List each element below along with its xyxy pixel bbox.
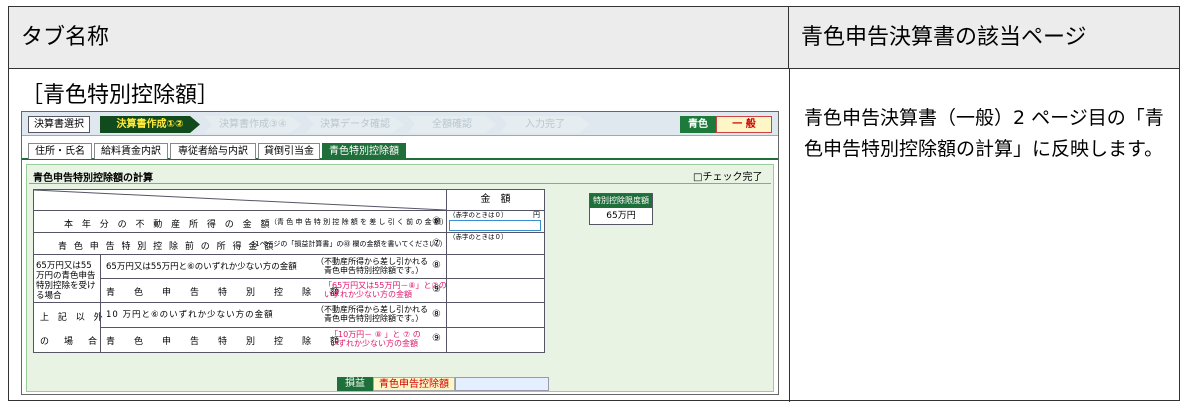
row10-number: ⑧: [432, 309, 441, 320]
table-row: 本 年 分 の 不 動 産 所 得 の 金 額 （青 色 申 告 特 別 控 除…: [34, 210, 544, 232]
group2-label1: 上 記 以 外: [40, 313, 106, 323]
group2: 上 記 以 外 の 場 合 10 万円と⑥のいずれか少ない方の金額 （不動産所得…: [34, 302, 544, 353]
step-toolbar: 決算書選択 決算書作成①② 決算書作成③④ 決算データ確認 全額確認 入力完了 …: [22, 112, 778, 136]
step-data-check[interactable]: 決算データ確認: [306, 116, 404, 133]
group1: 65万円又は55万円の青色申告特別控除を受ける場合 65万円又は55万円と⑥のい…: [34, 254, 544, 303]
tab-employee-salary[interactable]: 専従者給与内訳: [170, 143, 256, 159]
row6-number: ⑥: [432, 216, 441, 227]
diagonal-line: [34, 190, 446, 210]
row11-label: 青 色 申 告 特 別 控 除 額: [106, 337, 345, 347]
panel-title: 青色申告特別控除額の計算: [33, 173, 153, 184]
profit-loss-label: 損益: [337, 377, 373, 391]
group-divider: [100, 303, 101, 353]
tab-bar: 住所・氏名 給料賃金内訳 専従者給与内訳 貸倒引当金 青色特別控除額: [22, 138, 778, 160]
step-complete[interactable]: 入力完了: [500, 116, 590, 133]
row7-label: 青 色 申 告 特 別 控 除 前 の 所 得 金 額: [58, 242, 276, 252]
row11-number: ⑨: [432, 333, 441, 344]
row9-paren1: 「65万円又は55万円－⑧」と⑦の: [324, 281, 447, 290]
blue-badge: 青色: [680, 116, 716, 133]
header-page-ref: 青色申告決算書の該当ページ: [789, 7, 1179, 69]
row8-number: ⑧: [432, 260, 441, 271]
tab-salary[interactable]: 給料賃金内訳: [94, 143, 168, 159]
blue-deduction-input[interactable]: [455, 377, 549, 391]
blue-deduction-label: 青色申告控除額: [373, 377, 455, 391]
row6-amount-input[interactable]: [449, 220, 541, 231]
row7-paren: （1ページの「損益計算書」の㊸ 欄の金額を書いてください。）: [248, 240, 447, 248]
row9-number: ⑨: [432, 284, 441, 295]
form-header-row: 金 額: [34, 190, 544, 210]
step-amount-check[interactable]: 全額確認: [408, 116, 496, 133]
deduction-form: 金 額 本 年 分 の 不 動 産 所 得 の 金 額 （青 色 申 告 特 別…: [33, 189, 545, 353]
row10-label: 10 万円と⑥のいずれか少ない方の金額: [106, 310, 274, 320]
row7-hint: （赤字のときは０）: [449, 233, 508, 241]
group-divider: [100, 255, 101, 303]
row6-paren: （青 色 申 告 特 別 控 除 額 を 差 し 引 く 前 の 金 額）: [270, 218, 448, 226]
row6-label: 本 年 分 の 不 動 産 所 得 の 金 額: [64, 220, 273, 230]
panel-divider: [29, 183, 771, 184]
table-frame: タブ名称 青色申告決算書の該当ページ ［青色特別控除額］ 青色申告決算書（一般）…: [8, 6, 1180, 402]
deduction-panel: 青色申告特別控除額の計算 □チェック完了 金 額 本 年 分 の 不 動 産 所…: [26, 164, 774, 392]
row8-paren1: （不動産所得から差し引かれる: [316, 257, 428, 266]
group1-label: 65万円又は55万円の青色申告特別控除を受ける場合: [36, 261, 96, 301]
column-divider: [789, 69, 790, 402]
description-text: 青色申告決算書（一般）2 ページ目の「青色申告特別控除額の計算」に反映します。: [804, 107, 1164, 160]
step-create-12[interactable]: 決算書作成①②: [100, 116, 200, 133]
limit-value: 65万円: [606, 211, 636, 221]
row7-number: ⑦: [432, 238, 441, 249]
amount-header: 金 額: [446, 190, 544, 210]
deduction-limit-box: 特別控除限度額 65万円: [589, 193, 653, 225]
row6-unit: 円: [533, 211, 540, 219]
select-statement-button[interactable]: 決算書選択: [28, 116, 90, 133]
row9-label: 青 色 申 告 特 別 控 除 額: [106, 288, 345, 298]
step-create-34[interactable]: 決算書作成③④: [204, 116, 302, 133]
section-label: ［青色特別控除額］: [21, 83, 220, 108]
check-complete-checkbox[interactable]: □チェック完了: [693, 168, 762, 183]
tab-blue-deduction[interactable]: 青色特別控除額: [322, 143, 406, 159]
row8-label: 65万円又は55万円と⑥のいずれか少ない方の金額: [106, 262, 297, 272]
row10-paren2: 青色申告特別控除額です。）: [316, 314, 424, 323]
row6-hint: （赤字のときは０）: [449, 211, 508, 219]
table-row: 青 色 申 告 特 別 控 除 前 の 所 得 金 額 （1ページの「損益計算書…: [34, 232, 544, 254]
tab-bad-debt[interactable]: 貸倒引当金: [258, 143, 320, 159]
app-screenshot: 決算書選択 決算書作成①② 決算書作成③④ 決算データ確認 全額確認 入力完了 …: [21, 111, 779, 395]
group1-amount-cell: [446, 255, 544, 303]
row11-paren1: 「10万円－ ⑧ 」と ⑦ の: [330, 330, 421, 339]
row7-amount-cell: （赤字のときは０）: [446, 233, 544, 254]
row11-paren2: いずれか少ない方の金額: [330, 339, 418, 348]
row10-paren1: （不動産所得から差し引かれる: [316, 305, 428, 314]
group2-label2: の 場 合: [40, 337, 101, 347]
row9-paren2: いずれか少ない方の金額: [324, 290, 412, 299]
group2-amount-cell: [446, 303, 544, 353]
row8-paren2: 青色申告特別控除額です。）: [316, 266, 424, 275]
header-tab-name: タブ名称: [9, 7, 789, 69]
type-badge: 一 般: [716, 116, 772, 133]
row6-amount-cell: （赤字のときは０） 円: [446, 211, 544, 232]
limit-heading: 特別控除限度額: [590, 194, 652, 208]
tab-address[interactable]: 住所・氏名: [28, 143, 92, 159]
